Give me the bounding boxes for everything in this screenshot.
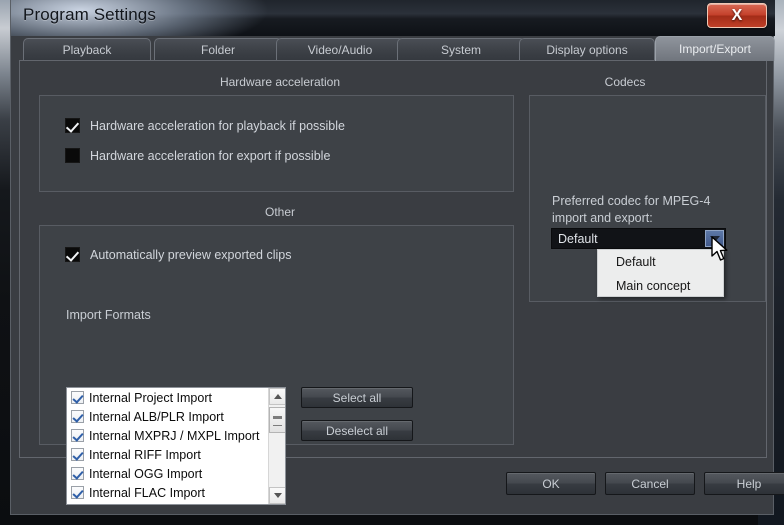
- tab-playback[interactable]: Playback: [23, 38, 151, 61]
- tab-label: Import/Export: [678, 42, 752, 56]
- tab-label: Folder: [200, 43, 235, 57]
- preferred-codec-combobox[interactable]: Default: [551, 228, 726, 249]
- checkbox-row-hw-playback[interactable]: Hardware acceleration for playback if po…: [65, 118, 345, 133]
- preferred-codec-label-line2: import and export:: [552, 211, 653, 225]
- title-bar: Program Settings X: [11, 0, 775, 36]
- select-all-button[interactable]: Select all: [301, 387, 413, 408]
- list-item-checkbox[interactable]: [71, 429, 84, 442]
- scroll-up-icon[interactable]: [269, 388, 285, 405]
- tab-video-audio[interactable]: Video/Audio: [276, 38, 404, 61]
- scrollbar-thumb[interactable]: [269, 407, 285, 433]
- list-item-checkbox[interactable]: [71, 391, 84, 404]
- list-item-label: Internal Project Import: [89, 390, 212, 405]
- codecs-title: Codecs: [604, 75, 646, 89]
- tab-bar: Playback Folder Video/Audio System Display o…: [11, 36, 775, 61]
- list-item[interactable]: Internal ALB/PLR Import: [67, 407, 285, 426]
- combobox-value: Default: [558, 231, 598, 246]
- cancel-button[interactable]: Cancel: [605, 472, 695, 495]
- dropdown-option[interactable]: Main concept: [598, 274, 723, 298]
- codec-dropdown-menu[interactable]: Default Main concept: [597, 249, 724, 297]
- deselect-all-button[interactable]: Deselect all: [301, 420, 413, 441]
- hw-export-checkbox[interactable]: [65, 148, 80, 163]
- tab-label: Playback: [62, 43, 112, 57]
- list-item-checkbox[interactable]: [71, 410, 84, 423]
- list-item[interactable]: Internal MXPRJ / MXPL Import: [67, 426, 285, 445]
- checkbox-row-auto-preview[interactable]: Automatically preview exported clips: [65, 247, 291, 262]
- list-item[interactable]: Internal Project Import: [67, 388, 285, 407]
- program-settings-dialog: Program Settings X Playback Folder Video/A…: [10, 0, 784, 515]
- close-icon: X: [731, 6, 743, 24]
- tab-label: System: [440, 43, 481, 57]
- tab-display-options[interactable]: Display options: [519, 38, 655, 61]
- dropdown-option[interactable]: Default: [598, 250, 723, 274]
- tab-folder[interactable]: Folder: [154, 38, 282, 61]
- tab-system[interactable]: System: [397, 38, 525, 61]
- import-formats-label: Import Formats: [66, 308, 151, 322]
- hw-playback-checkbox[interactable]: [65, 118, 80, 133]
- hw-export-label: Hardware acceleration for export if poss…: [90, 148, 331, 163]
- dialog-footer: OK Cancel Help: [19, 460, 784, 507]
- tab-label: Video/Audio: [307, 43, 373, 57]
- auto-preview-label: Automatically preview exported clips: [90, 247, 292, 262]
- checkbox-row-hw-export[interactable]: Hardware acceleration for export if poss…: [65, 148, 330, 163]
- window-title: Program Settings: [23, 5, 156, 24]
- hw-playback-label: Hardware acceleration for playback if po…: [90, 118, 345, 133]
- ok-button[interactable]: OK: [506, 472, 596, 495]
- dropdown-option-label: Default: [616, 255, 656, 269]
- tab-import-export[interactable]: Import/Export: [655, 36, 775, 61]
- tab-label: Display options: [546, 43, 628, 57]
- list-item-label: Internal ALB/PLR Import: [89, 409, 224, 424]
- preferred-codec-label-line1: Preferred codec for MPEG-4: [552, 194, 711, 208]
- hardware-acceleration-title: Hardware acceleration: [219, 75, 341, 89]
- list-item-label: Internal MXPRJ / MXPL Import: [89, 428, 260, 443]
- hardware-acceleration-group: Hardware acceleration for playback if po…: [39, 95, 514, 192]
- chevron-down-icon[interactable]: [705, 230, 724, 247]
- other-title: Other: [264, 205, 295, 219]
- auto-preview-checkbox[interactable]: [65, 247, 80, 262]
- close-button[interactable]: X: [707, 3, 767, 28]
- help-button[interactable]: Help: [704, 472, 784, 495]
- dropdown-option-label: Main concept: [616, 279, 691, 293]
